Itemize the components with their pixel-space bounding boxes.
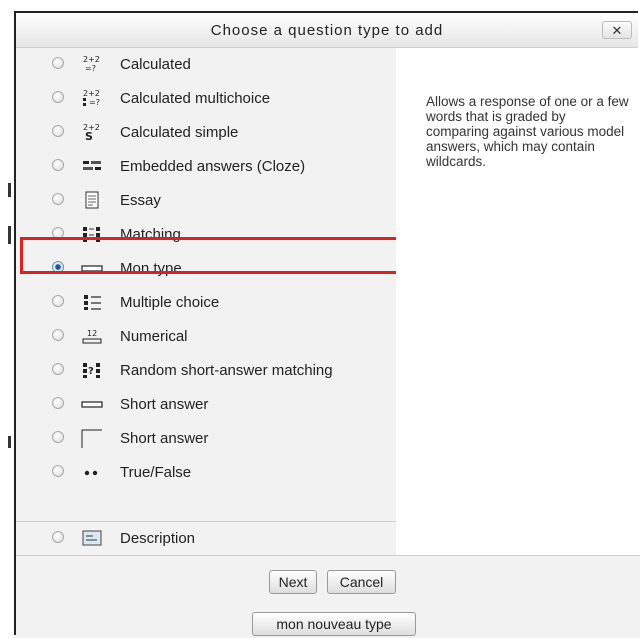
question-type-dialog: Choose a question type to add ✕ 2+2 =? C… <box>14 11 640 638</box>
svg-text:?: ? <box>88 366 94 377</box>
option-label: Numerical <box>120 328 188 345</box>
option-random-short-answer-matching[interactable]: ? Random short-answer matching <box>16 354 396 388</box>
random-matching-icon: ? <box>83 363 100 378</box>
option-multiple-choice[interactable]: Multiple choice <box>16 286 396 320</box>
option-label: Multiple choice <box>120 294 220 311</box>
calculated-multichoice-icon: 2+2 =? <box>83 89 100 107</box>
radio-mon-type-selected[interactable] <box>52 261 64 273</box>
true-false-icon <box>84 470 98 476</box>
option-label: Embedded answers (Cloze) <box>120 158 306 175</box>
background-mark <box>8 436 11 448</box>
short-answer-alt-icon <box>81 429 102 448</box>
radio-short-answer-alt[interactable] <box>52 431 64 443</box>
cloze-icon <box>83 161 101 170</box>
option-label: Description <box>120 530 196 547</box>
calculated-simple-icon: 2+2 S <box>83 123 100 142</box>
dialog-title: Choose a question type to add <box>210 22 444 39</box>
radio-matching[interactable] <box>52 227 64 239</box>
question-type-list: 2+2 =? Calculated 2+2 =? Calculated mult… <box>16 48 396 555</box>
radio-calculated[interactable] <box>52 57 64 69</box>
option-label: Calculated <box>120 56 191 73</box>
option-calculated[interactable]: 2+2 =? Calculated <box>16 48 396 82</box>
option-calculated-simple[interactable]: 2+2 S Calculated simple <box>16 116 396 150</box>
option-calculated-multichoice[interactable]: 2+2 =? Calculated multichoice <box>16 82 396 116</box>
svg-text:2+2: 2+2 <box>83 89 100 98</box>
option-label: Calculated multichoice <box>120 90 271 107</box>
cancel-button[interactable]: Cancel <box>327 570 396 594</box>
radio-random-short-answer-matching[interactable] <box>52 363 64 375</box>
option-short-answer[interactable]: Short answer <box>16 388 396 422</box>
dialog-footer: Next Cancel mon nouveau type <box>16 555 640 638</box>
radio-calculated-multichoice[interactable] <box>52 91 64 103</box>
background-mark <box>8 183 11 197</box>
radio-calculated-simple[interactable] <box>52 125 64 137</box>
next-button[interactable]: Next <box>269 570 317 594</box>
option-matching[interactable]: Matching <box>16 218 396 252</box>
question-type-description: Allows a response of one or a few words … <box>426 94 629 169</box>
background-page-edge <box>0 0 14 637</box>
option-short-answer-alt[interactable]: Short answer <box>16 422 396 456</box>
close-button[interactable]: ✕ <box>602 21 632 39</box>
option-label: Short answer <box>120 430 209 447</box>
option-description[interactable]: Description <box>16 522 396 556</box>
radio-multiple-choice[interactable] <box>52 295 64 307</box>
radio-essay[interactable] <box>52 193 64 205</box>
option-essay[interactable]: Essay <box>16 184 396 218</box>
option-label: Matching <box>120 226 181 243</box>
matching-icon <box>83 227 100 242</box>
svg-text:=?: =? <box>85 64 96 73</box>
numerical-icon: 12 <box>82 329 102 344</box>
option-label: Short answer <box>120 396 209 413</box>
radio-numerical[interactable] <box>52 329 64 341</box>
option-true-false[interactable]: True/False <box>16 456 396 490</box>
description-icon <box>82 530 102 546</box>
option-label: Mon type <box>120 260 182 277</box>
mon-nouveau-type-button[interactable]: mon nouveau type <box>252 612 416 636</box>
short-answer-icon <box>81 265 103 272</box>
close-icon: ✕ <box>611 23 623 38</box>
description-panel: Allows a response of one or a few words … <box>396 48 640 555</box>
option-mon-type[interactable]: Mon type <box>16 252 396 286</box>
calculated-icon: 2+2 =? <box>83 55 100 73</box>
svg-text:S: S <box>85 130 93 142</box>
svg-text:=?: =? <box>89 98 100 107</box>
dialog-titlebar: Choose a question type to add ✕ <box>16 13 638 48</box>
option-embedded-answers-cloze[interactable]: Embedded answers (Cloze) <box>16 150 396 184</box>
radio-true-false[interactable] <box>52 465 64 477</box>
svg-text:2+2: 2+2 <box>83 55 100 64</box>
option-label: Essay <box>120 192 161 209</box>
radio-embedded-answers-cloze[interactable] <box>52 159 64 171</box>
background-mark <box>8 226 11 244</box>
radio-short-answer[interactable] <box>52 397 64 409</box>
option-label: Random short-answer matching <box>120 362 333 379</box>
essay-icon <box>85 191 99 209</box>
option-label: Calculated simple <box>120 124 239 141</box>
option-numerical[interactable]: 12 Numerical <box>16 320 396 354</box>
svg-text:12: 12 <box>87 329 97 338</box>
multiple-choice-icon <box>84 295 101 310</box>
radio-description[interactable] <box>52 531 64 543</box>
short-answer-icon <box>81 401 103 408</box>
option-label: True/False <box>120 464 192 481</box>
